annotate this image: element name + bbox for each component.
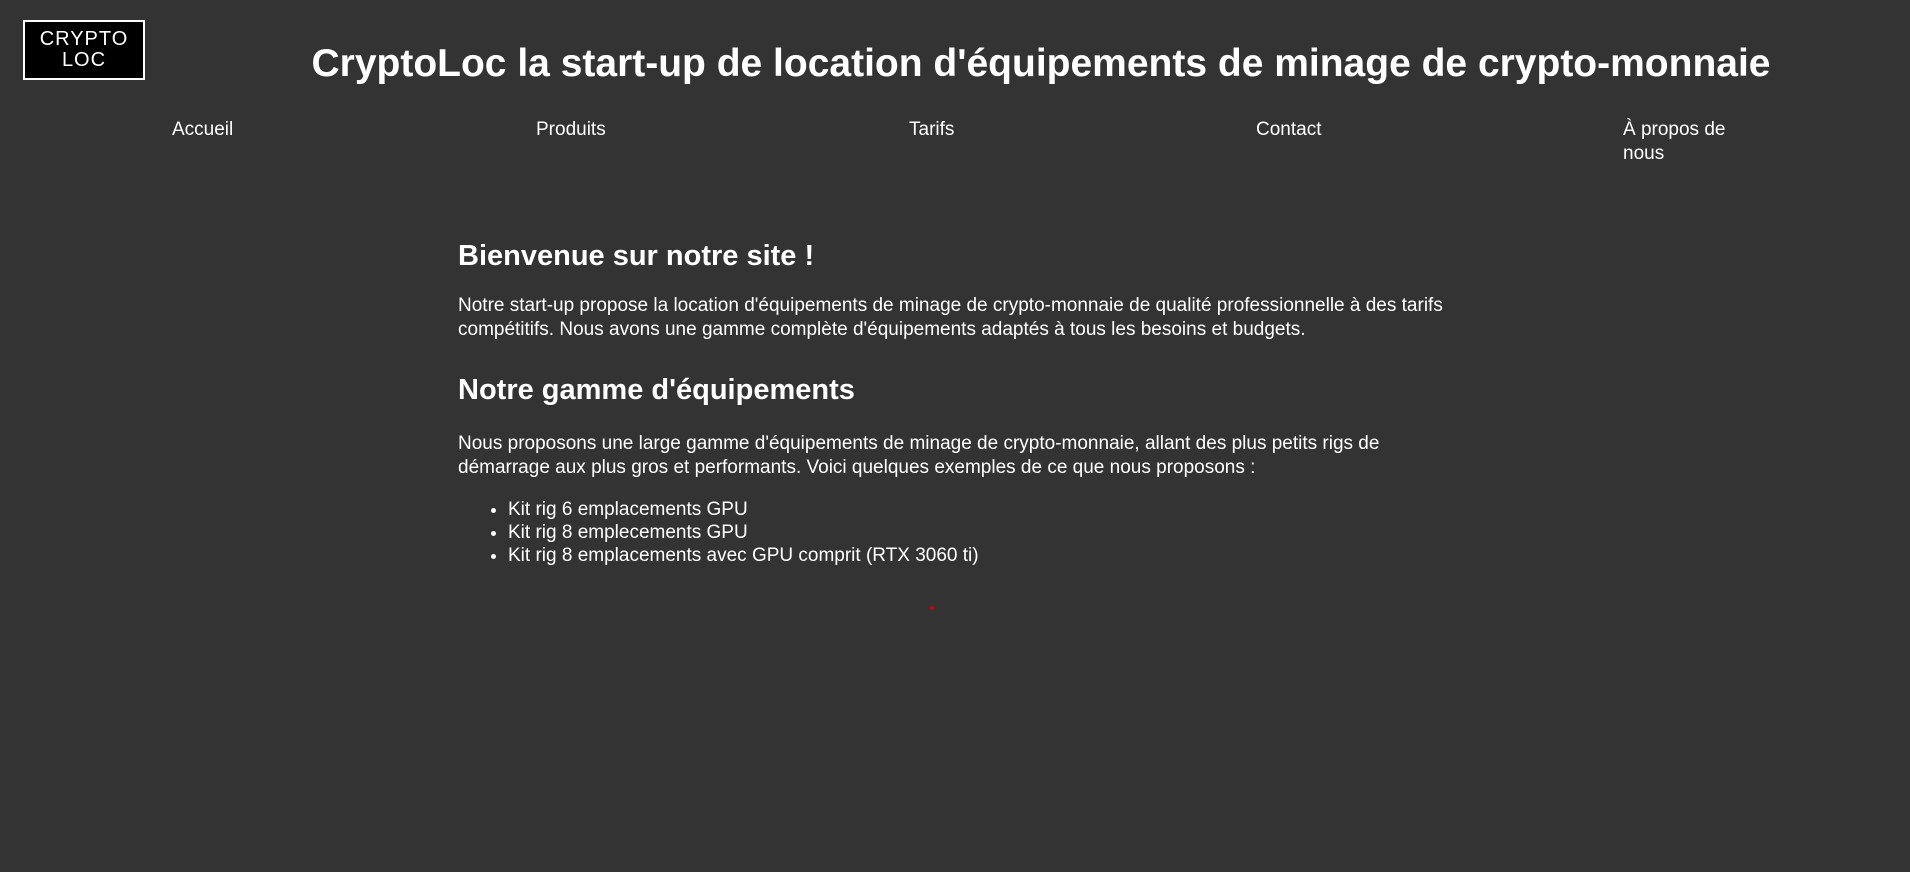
- page: CRYPTO LOC CryptoLoc la start-up de loca…: [0, 0, 1910, 872]
- product-item: Kit rig 8 emplecements GPU: [508, 521, 1458, 544]
- site-title: CryptoLoc la start-up de location d'équi…: [311, 42, 1771, 85]
- product-list: Kit rig 6 emplacements GPU Kit rig 8 emp…: [458, 498, 1458, 567]
- nav-link-contact[interactable]: Contact: [1256, 118, 1321, 142]
- nav-link-accueil[interactable]: Accueil: [172, 118, 233, 142]
- nav-link-produits[interactable]: Produits: [536, 118, 606, 142]
- main-content: Bienvenue sur notre site ! Notre start-u…: [458, 238, 1458, 567]
- product-item: Kit rig 6 emplacements GPU: [508, 498, 1458, 521]
- range-heading: Notre gamme d'équipements: [458, 374, 855, 406]
- welcome-heading: Bienvenue sur notre site !: [458, 240, 815, 272]
- red-dot: [930, 606, 934, 610]
- nav-link-tarifs[interactable]: Tarifs: [909, 118, 954, 142]
- product-item: Kit rig 8 emplacements avec GPU comprit …: [508, 544, 1458, 567]
- range-paragraph: Nous proposons une large gamme d'équipem…: [458, 433, 1380, 478]
- intro-paragraph: Notre start-up propose la location d'équ…: [458, 295, 1443, 340]
- nav-link-about[interactable]: À propos de nous: [1623, 118, 1753, 166]
